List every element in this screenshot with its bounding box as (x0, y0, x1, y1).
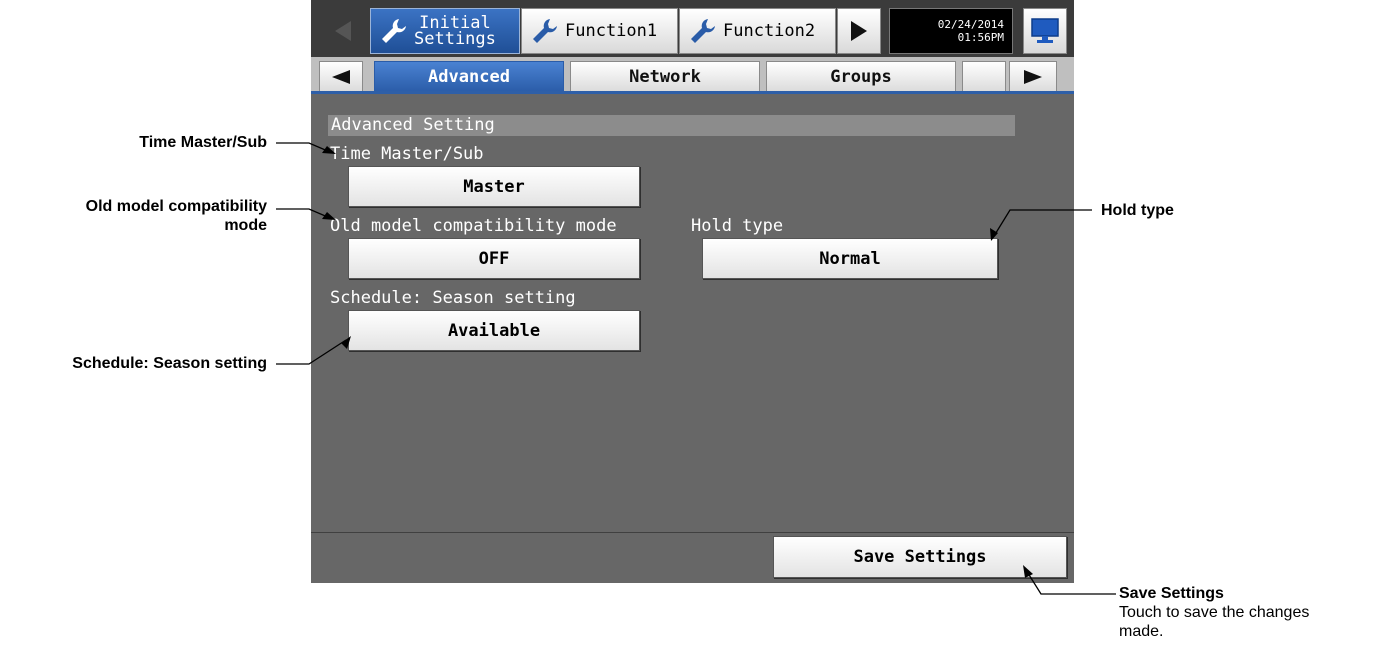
callout-save-desc-line1: Touch to save the changes (1119, 604, 1310, 621)
callout-save-settings: Save Settings Touch to save the changes … (1119, 584, 1309, 641)
callout-old-model: Old model compatibility mode (86, 197, 267, 235)
callout-time-master: Time Master/Sub (139, 133, 267, 152)
callout-old-model-line1: Old model compatibility (85, 198, 267, 215)
callout-leader-lines (276, 142, 1116, 595)
callout-season: Schedule: Season setting (72, 354, 267, 373)
callout-hold-type: Hold type (1101, 201, 1174, 220)
callout-hold-type-text: Hold type (1101, 202, 1174, 219)
callout-time-master-text: Time Master/Sub (139, 134, 267, 151)
callout-old-model-line2: mode (224, 217, 267, 234)
callout-season-text: Schedule: Season setting (72, 355, 267, 372)
callout-save-title: Save Settings (1119, 585, 1224, 602)
callout-save-desc-line2: made. (1119, 623, 1164, 640)
